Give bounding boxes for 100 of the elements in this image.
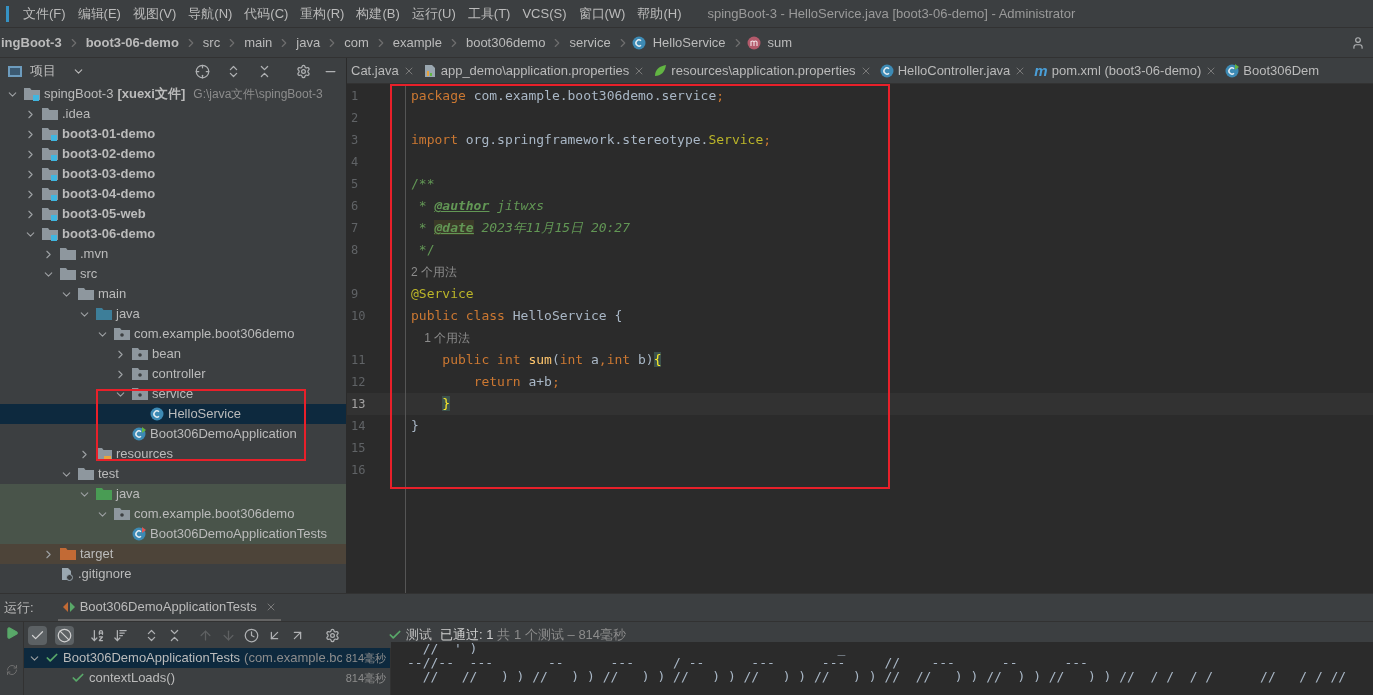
folder-icon (42, 207, 58, 221)
tree-label: resources (116, 445, 174, 464)
menu-item[interactable]: 工具(T) (461, 3, 517, 24)
tree-label: test (98, 465, 119, 484)
tree-item[interactable]: java (0, 304, 346, 324)
test-method-item[interactable]: contextLoads() 814毫秒 (24, 668, 390, 688)
usage-hint[interactable]: 2 个用法 (411, 263, 457, 281)
tree-item[interactable]: boot3-05-web (0, 204, 346, 224)
test-summary: 共 1 个测试 – 814毫秒 (497, 626, 627, 645)
rerun-icon[interactable] (5, 664, 18, 676)
line-number: 11 (350, 352, 367, 369)
folder-icon (42, 167, 58, 181)
editor-tab[interactable]: Cat.java (347, 58, 419, 83)
breadcrumb-item[interactable]: example (389, 32, 445, 53)
crosshair-icon[interactable] (195, 63, 210, 79)
menu-item[interactable]: 帮助(H) (631, 3, 688, 24)
tree-tag: [xuexi文件] (117, 84, 186, 104)
run-config-icon (61, 601, 76, 612)
folder-icon (96, 307, 112, 321)
tree-item[interactable]: boot3-01-demo (0, 124, 346, 144)
tree-item[interactable]: boot3-04-demo (0, 184, 346, 204)
tree-item[interactable]: Boot306DemoApplication (0, 424, 346, 444)
folder-icon (132, 367, 148, 381)
breadcrumb-item[interactable]: src (199, 32, 224, 53)
code-line: return a+b; (472, 373, 560, 392)
breadcrumb-item[interactable]: service (566, 32, 614, 53)
folder-icon (60, 267, 76, 281)
tree-item[interactable]: boot3-06-demo (0, 224, 346, 244)
sort-alpha-icon[interactable] (90, 627, 105, 643)
test-time: 814毫秒 (345, 650, 386, 666)
test-label: contextLoads() (89, 669, 175, 688)
tree-label: spingBoot-3 (44, 85, 114, 104)
code-line: @Service (411, 285, 474, 304)
tree-item[interactable]: .mvn (0, 244, 346, 264)
run-tab[interactable]: Boot306DemoApplicationTests (57, 594, 281, 621)
tree-item[interactable]: Boot306DemoApplicationTests (0, 524, 346, 544)
editor-tab[interactable]: resources\application.properties (649, 58, 876, 83)
show-ignored-button[interactable] (55, 625, 74, 645)
editor-tab[interactable]: Boot306Dem (1221, 58, 1324, 83)
tree-label: .gitignore (78, 565, 132, 584)
menu-item[interactable]: 视图(V) (126, 3, 183, 24)
menu-item[interactable]: 重构(R) (294, 3, 351, 24)
editor-tab[interactable]: HelloController.java (875, 58, 1031, 83)
menu-item[interactable]: 导航(N) (182, 3, 239, 24)
tree-item[interactable]: com.example.boot306demo (0, 504, 346, 524)
menu-item[interactable]: 运行(U) (405, 3, 462, 24)
tree-path: G:\java文件\spingBoot-3 (193, 86, 323, 103)
tree-item[interactable]: com.example.boot306demo (0, 324, 346, 344)
breadcrumb-item[interactable]: boot3-06-demo (82, 32, 182, 53)
breadcrumb-item[interactable]: boot306demo (462, 32, 549, 53)
tree-item[interactable]: spingBoot-3 [xuexi文件] G:\java文件\spingBoot-3 (0, 84, 346, 104)
tree-item[interactable]: boot3-03-demo (0, 164, 346, 184)
tree-item[interactable]: HelloService (0, 404, 346, 424)
line-number: 3 (350, 132, 360, 149)
line-number: 10 (350, 308, 367, 325)
class-icon (879, 63, 894, 78)
breadcrumb-item[interactable]: ingBoot-3 (0, 32, 65, 53)
folder-icon (78, 287, 94, 301)
tree-label: src (80, 265, 98, 284)
editor-tab[interactable]: m pom.xml (boot3-06-demo) (1030, 58, 1222, 83)
breadcrumb-item[interactable]: main (241, 32, 276, 53)
user-icon[interactable] (1351, 35, 1365, 50)
clock-icon[interactable] (244, 627, 259, 643)
menu-item[interactable]: 编辑(E) (71, 3, 127, 24)
show-passed-button[interactable] (28, 625, 47, 645)
tree-item[interactable]: resources (0, 444, 346, 464)
tree-item[interactable]: .idea (0, 104, 346, 124)
tree-label: main (98, 285, 127, 304)
tree-item[interactable]: main (0, 284, 346, 304)
tree-item[interactable]: boot3-02-demo (0, 144, 346, 164)
folder-icon (114, 327, 130, 341)
tree-item[interactable]: src (0, 264, 346, 284)
menu-item[interactable]: 代码(C) (238, 3, 295, 24)
tree-item[interactable]: bean (0, 344, 346, 364)
usage-hint[interactable]: 1 个用法 (411, 329, 471, 347)
editor-tab[interactable]: app_demo\application.properties (418, 58, 650, 83)
code-line: package com.example.boot306demo.service; (411, 87, 725, 106)
breadcrumb-item[interactable]: sum (764, 32, 796, 53)
breadcrumb-item[interactable]: com (341, 32, 372, 53)
menu-item[interactable]: 构建(B) (350, 3, 406, 24)
panel-title[interactable]: 项目 (30, 61, 56, 81)
run-icon[interactable] (4, 626, 19, 640)
tree-label: boot3-05-web (62, 205, 146, 224)
breadcrumb-item[interactable]: HelloService (649, 32, 729, 53)
sort-duration-icon[interactable] (113, 627, 128, 643)
tree-item[interactable]: target (0, 544, 346, 564)
test-status: 测试 (406, 626, 432, 644)
folder-icon (60, 547, 76, 561)
settings-icon[interactable] (296, 63, 311, 79)
tree-item[interactable]: test (0, 464, 346, 484)
tree-item[interactable]: java (0, 484, 346, 504)
tree-item[interactable]: service (0, 384, 346, 404)
menu-item[interactable]: VCS(S) (516, 3, 573, 24)
test-time: 814毫秒 (345, 670, 386, 686)
menu-item[interactable]: 窗口(W) (572, 3, 632, 24)
menu-item[interactable]: 文件(F) (17, 3, 72, 24)
settings-icon[interactable] (325, 627, 340, 643)
tree-item[interactable]: .gitignore (0, 564, 346, 584)
breadcrumb-item[interactable]: java (293, 32, 324, 53)
tree-item[interactable]: controller (0, 364, 346, 384)
